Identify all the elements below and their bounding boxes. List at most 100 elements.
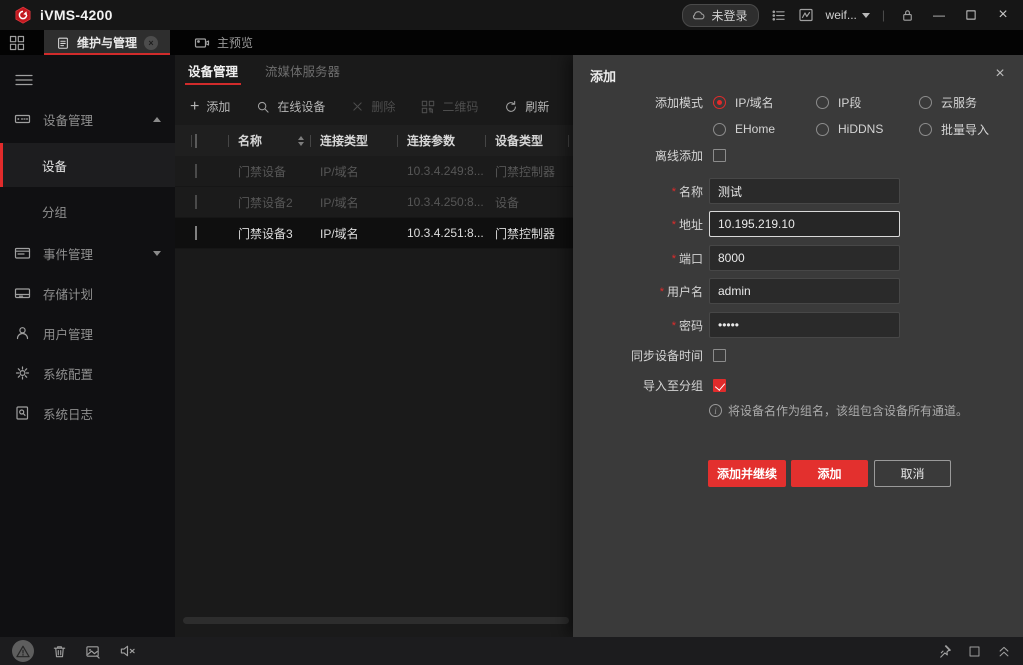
qr-icon xyxy=(421,100,435,114)
maximize-button[interactable] xyxy=(961,5,981,25)
col-name[interactable]: 名称 xyxy=(228,132,310,149)
image-icon xyxy=(85,644,101,659)
square-icon xyxy=(968,645,981,658)
online-device-label: 在线设备 xyxy=(277,98,325,115)
tab-device-management[interactable]: 设备管理 xyxy=(188,61,238,88)
sidebar-item-group[interactable]: 分组 xyxy=(0,191,175,231)
sidebar-item-sys-log[interactable]: 系统日志 xyxy=(0,393,175,433)
col-conn-param[interactable]: 连接参数 xyxy=(397,132,485,149)
table-row[interactable]: 门禁设备 IP/域名 10.3.4.249:8... 门禁控制器 xyxy=(175,156,573,187)
clear-alarm-button[interactable] xyxy=(52,644,67,659)
restore-panel-button[interactable] xyxy=(968,645,981,658)
lock-icon xyxy=(900,8,915,23)
tab-main-preview[interactable]: 主预览 xyxy=(184,30,263,55)
radio-ehome[interactable]: EHome xyxy=(713,122,816,136)
sidebar-item-device[interactable]: 设备 xyxy=(0,143,175,187)
cell-name: 门禁设备2 xyxy=(228,194,310,211)
port-input[interactable] xyxy=(709,245,900,271)
login-button[interactable]: 未登录 xyxy=(682,4,759,27)
monitor-chart-button[interactable] xyxy=(798,7,814,23)
app-title: iVMS-4200 xyxy=(40,7,113,23)
chevron-down-icon xyxy=(153,251,161,256)
radio-batch-import[interactable]: 批量导入 xyxy=(919,121,1022,138)
warning-icon xyxy=(16,645,30,658)
col-conn-type[interactable]: 连接类型 xyxy=(310,132,397,149)
radio-ip-domain[interactable]: IP/域名 xyxy=(713,94,816,111)
sidebar-item-device-mgmt[interactable]: 设备管理 xyxy=(0,99,175,139)
tab-close-icon[interactable]: × xyxy=(144,36,158,50)
chevron-up-icon xyxy=(153,117,161,122)
cell-conn-type: IP/域名 xyxy=(310,163,397,180)
unpin-button[interactable] xyxy=(937,644,952,659)
sort-icon[interactable] xyxy=(298,136,304,146)
add-and-continue-button[interactable]: 添加并继续 xyxy=(708,460,786,487)
trash-icon xyxy=(52,644,67,659)
sync-time-checkbox[interactable] xyxy=(713,349,726,362)
qrcode-label: 二维码 xyxy=(442,98,478,115)
dialog-close-button[interactable]: × xyxy=(990,64,1010,84)
delete-device-button[interactable]: 删除 xyxy=(351,98,395,115)
row-checkbox[interactable] xyxy=(191,195,228,209)
radio-cloud-service[interactable]: 云服务 xyxy=(919,94,1022,111)
username-input[interactable] xyxy=(709,278,900,304)
user-menu[interactable]: weif... xyxy=(826,8,870,22)
horizontal-scrollbar[interactable] xyxy=(183,617,569,624)
sidebar-item-storage-plan[interactable]: 存储计划 xyxy=(0,273,175,313)
sidebar-collapse-button[interactable] xyxy=(14,69,40,91)
storage-icon xyxy=(14,285,31,301)
modules-grid-button[interactable] xyxy=(0,30,34,55)
radio-hiddns[interactable]: HiDDNS xyxy=(816,122,919,136)
add-device-button[interactable]: + 添加 xyxy=(190,98,230,115)
radio-ip-segment[interactable]: IP段 xyxy=(816,94,919,111)
title-bar: iVMS-4200 未登录 weif... | — × xyxy=(0,0,1023,30)
col-dev-type[interactable]: 设备类型 xyxy=(485,132,569,149)
speaker-muted-icon xyxy=(119,644,136,658)
select-all-checkbox[interactable] xyxy=(191,134,228,148)
password-input[interactable] xyxy=(709,312,900,338)
offline-add-checkbox[interactable] xyxy=(713,149,726,162)
snapshot-button[interactable] xyxy=(85,644,101,659)
search-icon xyxy=(256,100,270,114)
sidebar-item-label: 事件管理 xyxy=(43,244,93,263)
radio-icon xyxy=(816,123,829,136)
add-device-dialog: 添加 × 添加模式 IP/域名 IP段 云服务 EHome xyxy=(573,55,1023,637)
refresh-button[interactable]: 刷新 xyxy=(504,98,549,115)
status-bar xyxy=(0,637,1023,665)
sidebar-item-user-mgmt[interactable]: 用户管理 xyxy=(0,313,175,353)
lock-button[interactable] xyxy=(897,5,917,25)
tab-maintenance[interactable]: 维护与管理 × xyxy=(44,30,170,55)
online-device-button[interactable]: 在线设备 xyxy=(256,98,325,115)
mute-button[interactable] xyxy=(119,644,136,658)
task-list-button[interactable] xyxy=(771,8,786,23)
row-checkbox[interactable] xyxy=(191,226,228,240)
checkbox-icon xyxy=(195,195,197,209)
table-row[interactable]: 门禁设备3 IP/域名 10.3.4.251:8... 门禁控制器 xyxy=(175,218,573,249)
close-window-button[interactable]: × xyxy=(993,5,1013,25)
sidebar-item-sys-config[interactable]: 系统配置 xyxy=(0,353,175,393)
import-group-checkbox[interactable] xyxy=(713,379,726,392)
col-name-label: 名称 xyxy=(238,132,262,149)
radio-label: IP/域名 xyxy=(735,94,774,111)
user-icon xyxy=(14,325,31,341)
sidebar-item-event-mgmt[interactable]: 事件管理 xyxy=(0,233,175,273)
cell-name: 门禁设备3 xyxy=(228,225,310,242)
add-button[interactable]: 添加 xyxy=(791,460,868,487)
name-input[interactable] xyxy=(709,178,900,204)
alarm-center-button[interactable] xyxy=(12,640,34,662)
address-input[interactable] xyxy=(709,211,900,237)
table-row[interactable]: 门禁设备2 IP/域名 10.3.4.250:8... 设备 xyxy=(175,187,573,218)
qrcode-button[interactable]: 二维码 xyxy=(421,98,478,115)
cell-dev-type: 门禁控制器 xyxy=(485,163,569,180)
chart-icon xyxy=(798,7,814,23)
user-name: weif... xyxy=(826,8,857,22)
expand-up-button[interactable] xyxy=(997,645,1011,658)
tab-stream-server[interactable]: 流媒体服务器 xyxy=(265,61,340,88)
cell-conn-param: 10.3.4.250:8... xyxy=(397,195,485,209)
minimize-button[interactable]: — xyxy=(929,5,949,25)
cancel-button[interactable]: 取消 xyxy=(874,460,951,487)
table-header: 名称 连接类型 连接参数 设备类型 xyxy=(175,125,573,156)
sidebar-item-label: 系统配置 xyxy=(43,364,93,383)
row-checkbox[interactable] xyxy=(191,164,228,178)
offline-add-label: 离线添加 xyxy=(573,147,703,164)
device-panel-tabs: 设备管理 流媒体服务器 xyxy=(175,55,573,88)
